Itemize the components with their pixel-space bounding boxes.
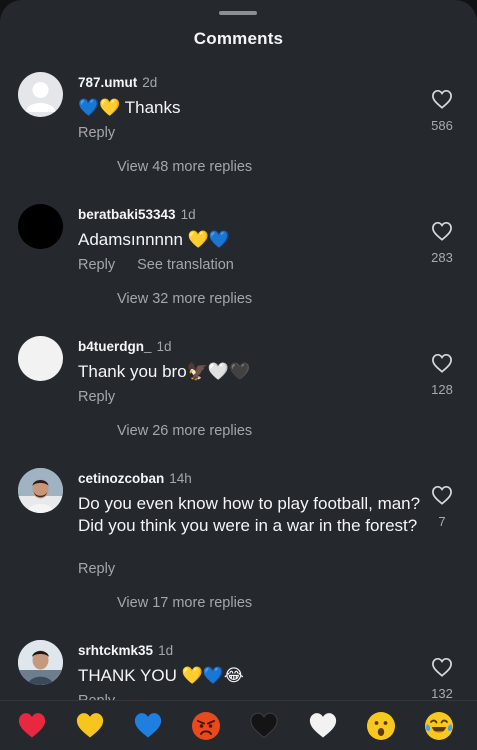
view-replies-link[interactable]: View 48 more replies — [117, 159, 252, 175]
comment-time: 14h — [169, 471, 192, 486]
view-replies-link[interactable]: View 17 more replies — [117, 595, 252, 611]
comment-time: 1d — [156, 339, 172, 354]
comment-username[interactable]: b4tuerdgn_ — [78, 339, 152, 354]
like-count: 283 — [431, 250, 453, 265]
heart-outline-icon — [432, 221, 452, 241]
heart-outline-icon — [432, 485, 452, 505]
reply-button[interactable]: Reply — [78, 389, 115, 405]
red-heart-icon — [18, 713, 46, 738]
view-replies-link[interactable]: View 32 more replies — [117, 291, 252, 307]
heart-outline-icon — [432, 353, 452, 373]
surprised-face-reaction[interactable]: 😮 — [366, 711, 396, 741]
red-heart-reaction[interactable]: ❤️ — [17, 711, 47, 741]
see-translation-button[interactable]: See translation — [137, 257, 234, 273]
comment-text: 💙💛 Thanks — [78, 98, 181, 117]
comment-username[interactable]: cetinozcoban — [78, 471, 164, 486]
white-heart-icon — [309, 713, 337, 738]
comment-text: Do you even know how to play football, m… — [78, 494, 421, 535]
laughing-face-reaction[interactable]: 😂 — [424, 711, 454, 741]
angry-face-reaction[interactable]: 😡 — [191, 711, 221, 741]
angry-face-icon — [192, 712, 220, 740]
like-count: 128 — [431, 382, 453, 397]
like-count: 586 — [431, 118, 453, 133]
black-heart-reaction[interactable]: 🖤 — [249, 711, 279, 741]
reply-button[interactable]: Reply — [78, 561, 115, 577]
comment-text: Adamsınnnnn 💛💙 — [78, 230, 230, 249]
yellow-heart-reaction[interactable]: 💛 — [75, 711, 105, 741]
like-count: 132 — [431, 686, 453, 701]
avatar[interactable] — [18, 640, 63, 685]
default-avatar-icon — [25, 82, 56, 112]
page-title: Comments — [193, 29, 284, 48]
like-button[interactable]: 283 — [420, 221, 464, 265]
comment-time: 2d — [142, 75, 158, 90]
black-heart-icon — [250, 712, 278, 739]
avatar[interactable] — [18, 204, 63, 249]
like-button[interactable]: 7 — [420, 485, 464, 529]
reaction-bar: ❤️ 💛 💙 😡 — [0, 700, 477, 750]
comment-username[interactable]: 787.umut — [78, 75, 137, 90]
comments-sheet: Comments 787.umut 2d 💙💛 Thanks Reply 586 … — [0, 0, 477, 750]
comment-time: 1d — [158, 643, 174, 658]
blue-heart-reaction[interactable]: 💙 — [133, 711, 163, 741]
comment-actions: Reply — [78, 389, 133, 405]
view-replies-link[interactable]: View 26 more replies — [117, 423, 252, 439]
comment-username[interactable]: srhtckmk35 — [78, 643, 153, 658]
comment-time: 1d — [180, 207, 196, 222]
reply-button[interactable]: Reply — [78, 257, 115, 273]
like-button[interactable]: 128 — [420, 353, 464, 397]
heart-outline-icon — [432, 657, 452, 677]
profile-photo-icon — [18, 640, 63, 685]
avatar[interactable] — [18, 336, 63, 381]
reply-button[interactable]: Reply — [78, 125, 115, 141]
comment-actions: Reply — [78, 561, 133, 577]
blue-heart-icon — [134, 713, 162, 738]
avatar[interactable] — [18, 468, 63, 513]
yellow-heart-icon — [76, 713, 104, 738]
comment-actions: Reply — [78, 125, 133, 141]
like-button[interactable]: 586 — [420, 89, 464, 133]
comment-username[interactable]: beratbaki53343 — [78, 207, 176, 222]
comment-text: THANK YOU 💛💙😂 — [78, 666, 244, 685]
drag-handle[interactable] — [219, 11, 257, 15]
like-button[interactable]: 132 — [420, 657, 464, 701]
surprised-face-icon — [367, 712, 395, 740]
white-heart-reaction[interactable]: 🤍 — [308, 711, 338, 741]
comment-actions: Reply See translation — [78, 257, 252, 273]
heart-outline-icon — [432, 89, 452, 109]
comment-text: Thank you bro🦅🤍🖤 — [78, 362, 251, 381]
profile-photo-icon — [18, 468, 63, 513]
like-count: 7 — [438, 514, 446, 529]
tears-of-joy-icon — [425, 712, 453, 740]
avatar[interactable] — [18, 72, 63, 117]
